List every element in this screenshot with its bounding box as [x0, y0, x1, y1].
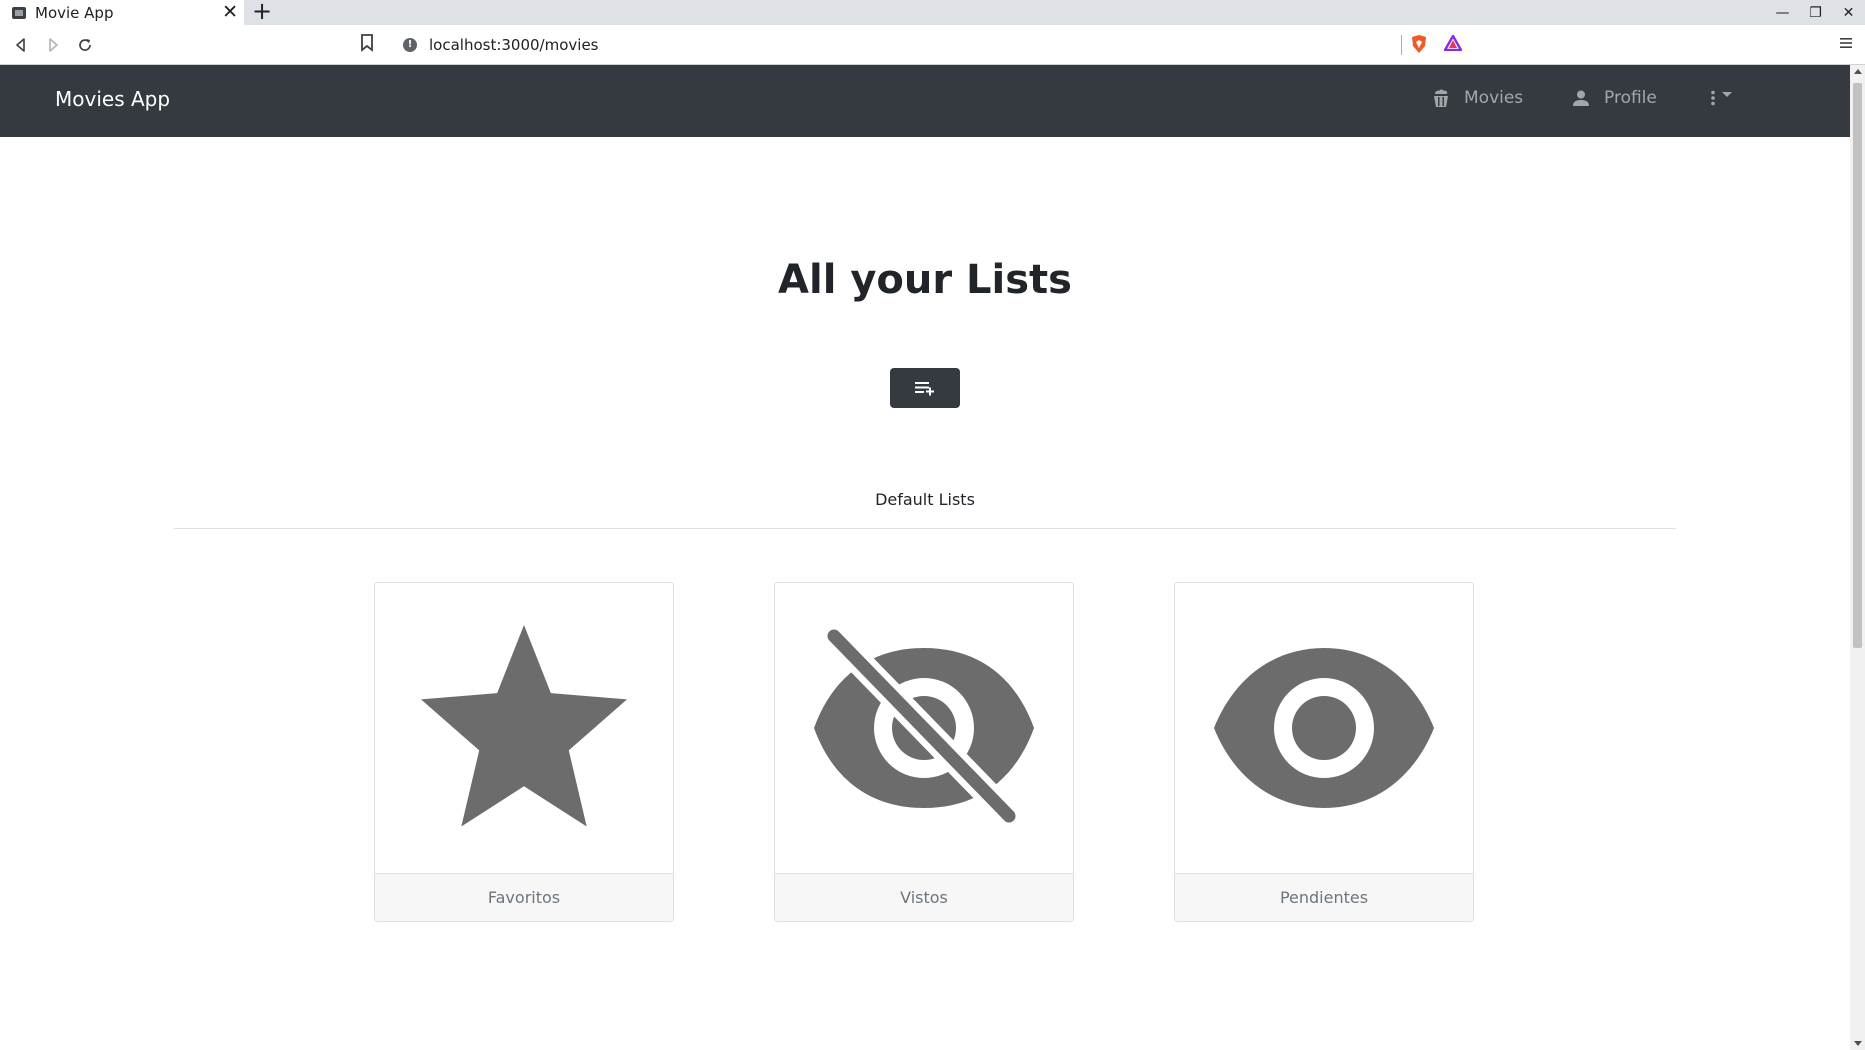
- site-info-icon[interactable]: !: [403, 38, 417, 52]
- restore-icon[interactable]: ❐: [1799, 5, 1832, 21]
- visibility-off-icon: [814, 628, 1034, 828]
- nav-link-movies[interactable]: Movies: [1432, 88, 1523, 108]
- chevron-down-icon: [1722, 91, 1732, 97]
- address-bar[interactable]: ! localhost:3000/movies: [392, 30, 1470, 60]
- url-text[interactable]: localhost:3000/movies: [429, 36, 599, 54]
- scroll-up-icon[interactable]: [1854, 69, 1862, 74]
- list-card-pendientes[interactable]: Pendientes: [1174, 582, 1474, 922]
- page-title: All your Lists: [778, 257, 1072, 303]
- new-tab-button[interactable]: +: [252, 0, 272, 24]
- forward-icon[interactable]: [40, 32, 66, 58]
- nav-link-profile[interactable]: Profile: [1572, 88, 1657, 108]
- more-vert-icon: [1711, 90, 1715, 106]
- section-label: Default Lists: [875, 490, 975, 509]
- app-navbar: Movies App Movies Profile: [0, 65, 1850, 137]
- visibility-icon: [1214, 648, 1434, 808]
- navbar-brand[interactable]: Movies App: [55, 87, 170, 111]
- brave-shield-icon[interactable]: [1410, 34, 1428, 58]
- browser-tab-bar: Movie App ✕ + — ❐ ✕: [0, 0, 1865, 25]
- page-scrollbar[interactable]: [1850, 65, 1865, 1050]
- browser-tab[interactable]: Movie App ✕: [0, 0, 244, 25]
- tab-title: Movie App: [35, 3, 114, 22]
- nav-more-dropdown[interactable]: [1710, 90, 1732, 106]
- card-image: [775, 583, 1073, 873]
- page-content: Movies App Movies Profile All your Lists…: [0, 65, 1850, 1050]
- browser-toolbar: ! localhost:3000/movies: [0, 25, 1865, 65]
- list-card-favoritos[interactable]: Favoritos: [374, 582, 674, 922]
- film-favicon-icon: [12, 6, 26, 19]
- window-controls: — ❐ ✕: [1766, 0, 1865, 25]
- card-image: [375, 583, 673, 873]
- card-label: Favoritos: [375, 873, 673, 921]
- nav-link-profile-label: Profile: [1604, 88, 1657, 108]
- bookmark-icon[interactable]: [360, 34, 374, 56]
- tab-close-icon[interactable]: ✕: [222, 1, 238, 23]
- url-divider: [1401, 35, 1402, 55]
- scroll-down-icon[interactable]: [1854, 1041, 1862, 1046]
- star-icon: [421, 625, 627, 827]
- minimize-icon[interactable]: —: [1766, 5, 1799, 21]
- nav-link-movies-label: Movies: [1464, 88, 1524, 108]
- browser-menu-icon[interactable]: [1839, 35, 1853, 54]
- reload-icon[interactable]: [72, 32, 98, 58]
- card-label: Pendientes: [1175, 873, 1473, 921]
- scroll-thumb[interactable]: [1853, 83, 1862, 648]
- section-divider: [174, 528, 1676, 529]
- add-list-button[interactable]: [890, 368, 960, 408]
- brave-rewards-icon[interactable]: [1443, 34, 1463, 55]
- window-close-icon[interactable]: ✕: [1832, 5, 1865, 21]
- person-icon: [1573, 90, 1589, 106]
- card-image: [1175, 583, 1473, 873]
- card-label: Vistos: [775, 873, 1073, 921]
- popcorn-icon: [1434, 89, 1448, 107]
- playlist-add-icon: [915, 382, 934, 396]
- back-icon[interactable]: [8, 32, 34, 58]
- list-card-vistos[interactable]: Vistos: [774, 582, 1074, 922]
